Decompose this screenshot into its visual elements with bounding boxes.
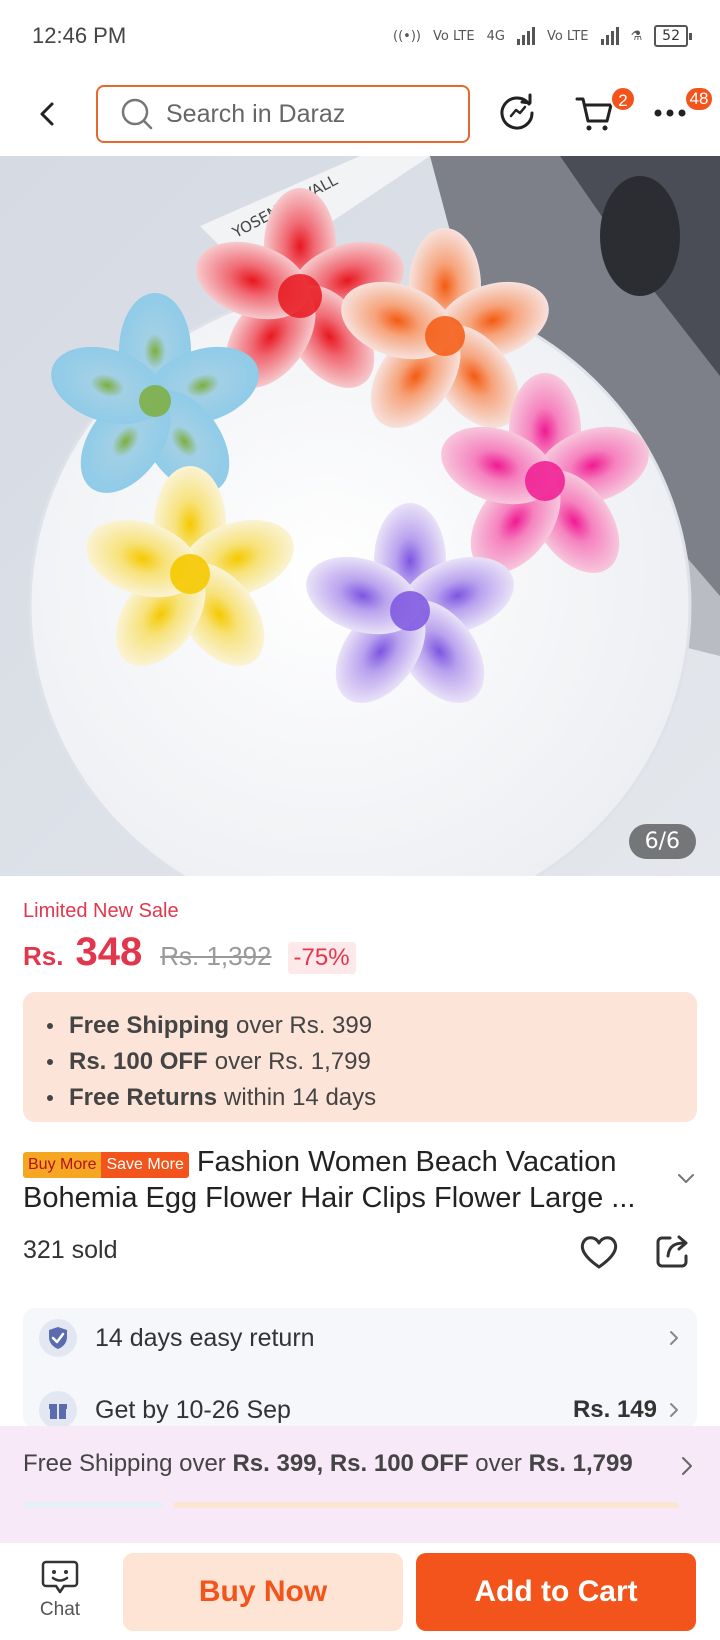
chevron-right-icon	[670, 1331, 678, 1345]
network-label-1: Vo LTE	[433, 28, 475, 44]
gift-box-icon	[39, 1391, 77, 1428]
status-bar: 12:46 PM ((•)) Vo LTE 4G Vo LTE ⚗ 52	[0, 0, 720, 72]
back-arrow-icon[interactable]	[30, 96, 66, 132]
product-image-gallery[interactable]: YOSEMITE VALL 6/6	[0, 156, 720, 876]
promo-bold: Free Returns	[69, 1084, 218, 1111]
free-shipping-banner[interactable]: Free Shipping over Rs. 399, Rs. 100 OFF …	[0, 1426, 720, 1542]
delivery-text: Get by 10-26 Sep	[95, 1395, 291, 1424]
product-photo: YOSEMITE VALL	[0, 156, 720, 876]
hotspot-icon: ((•))	[393, 28, 421, 44]
promo-text: within 14 days	[224, 1084, 377, 1111]
status-icons: ((•)) Vo LTE 4G Vo LTE ⚗ 52	[393, 25, 692, 47]
notification-count-badge: 48	[684, 86, 714, 112]
promo-text: over Rs. 399	[236, 1012, 373, 1039]
promo-bold: Rs. 100 OFF	[69, 1048, 208, 1075]
delivery-fee: Rs. 149	[572, 1396, 657, 1423]
sale-label: Limited New Sale	[23, 900, 179, 922]
flask-icon: ⚗	[630, 28, 643, 44]
discount-badge: -75%	[287, 942, 356, 974]
signal-icon	[516, 27, 535, 45]
network-label-2: 4G	[486, 28, 505, 44]
return-policy-text: 14 days easy return	[95, 1323, 315, 1352]
chevron-right-icon	[682, 1457, 692, 1475]
buy-now-button[interactable]: Buy Now	[123, 1553, 403, 1631]
bottom-action-bar: Chat Buy Now Add to Cart	[0, 1542, 720, 1640]
original-price: Rs. 1,392	[160, 941, 272, 971]
promo-box: Free Shipping over Rs. 399 Rs. 100 OFF o…	[23, 992, 697, 1122]
price-currency: Rs.	[23, 941, 64, 971]
free-shipping-text: Free Shipping over Rs. 399, Rs. 100 OFF …	[23, 1450, 633, 1478]
shipping-progress-bar	[23, 1502, 679, 1508]
promo-item: Rs. 100 OFF over Rs. 1,799	[47, 1048, 673, 1076]
signal-icon-2	[600, 27, 619, 45]
return-policy-row[interactable]: 14 days easy return	[23, 1308, 697, 1368]
network-label-3: Vo LTE	[546, 28, 589, 44]
service-card: 14 days easy return Get by 10-26 Sep Rs.…	[23, 1308, 697, 1428]
battery-icon: 52	[654, 25, 692, 47]
status-time: 12:46 PM	[32, 23, 127, 48]
cart-count-badge: 2	[610, 86, 636, 112]
banner-text-1: Free Shipping over	[23, 1450, 226, 1477]
search-input[interactable]: Search in Daraz	[96, 85, 470, 143]
promo-item: Free Returns within 14 days	[47, 1084, 673, 1112]
search-placeholder: Search in Daraz	[166, 99, 346, 128]
product-title: Buy More Save More Fashion Women Beach V…	[23, 1144, 663, 1216]
wishlist-heart-icon[interactable]	[578, 1232, 620, 1272]
banner-bold-2: Rs. 1,799	[528, 1450, 633, 1477]
promo-item: Free Shipping over Rs. 399	[47, 1012, 673, 1040]
promo-text: over Rs. 1,799	[214, 1048, 371, 1075]
chevron-down-icon[interactable]	[672, 1166, 700, 1190]
image-counter: 6/6	[628, 824, 696, 859]
sold-count: 321 sold	[23, 1236, 118, 1264]
refresh-icon[interactable]	[496, 92, 538, 134]
add-to-cart-button[interactable]: Add to Cart	[416, 1553, 696, 1631]
shield-check-icon	[39, 1319, 77, 1357]
promo-bold: Free Shipping	[69, 1012, 230, 1039]
banner-bold-1: Rs. 399, Rs. 100 OFF	[232, 1450, 469, 1477]
current-price: 348	[75, 930, 143, 974]
chat-label: Chat	[39, 1599, 81, 1620]
chat-icon	[41, 1560, 79, 1594]
delivery-row[interactable]: Get by 10-26 Sep Rs. 149	[23, 1380, 697, 1428]
price-row: Rs. 348 Rs. 1,392 -75%	[23, 930, 356, 975]
banner-text-2: over	[475, 1450, 522, 1477]
share-icon[interactable]	[654, 1232, 692, 1270]
buy-more-save-more-badge: Buy More Save More	[23, 1152, 189, 1178]
search-icon	[121, 98, 153, 130]
top-nav: Search in Daraz 2 48	[0, 78, 720, 150]
badge-part-1: Buy More	[23, 1152, 102, 1178]
chevron-right-icon	[670, 1403, 678, 1417]
chat-button[interactable]: Chat	[28, 1553, 92, 1633]
badge-part-2: Save More	[101, 1152, 189, 1178]
